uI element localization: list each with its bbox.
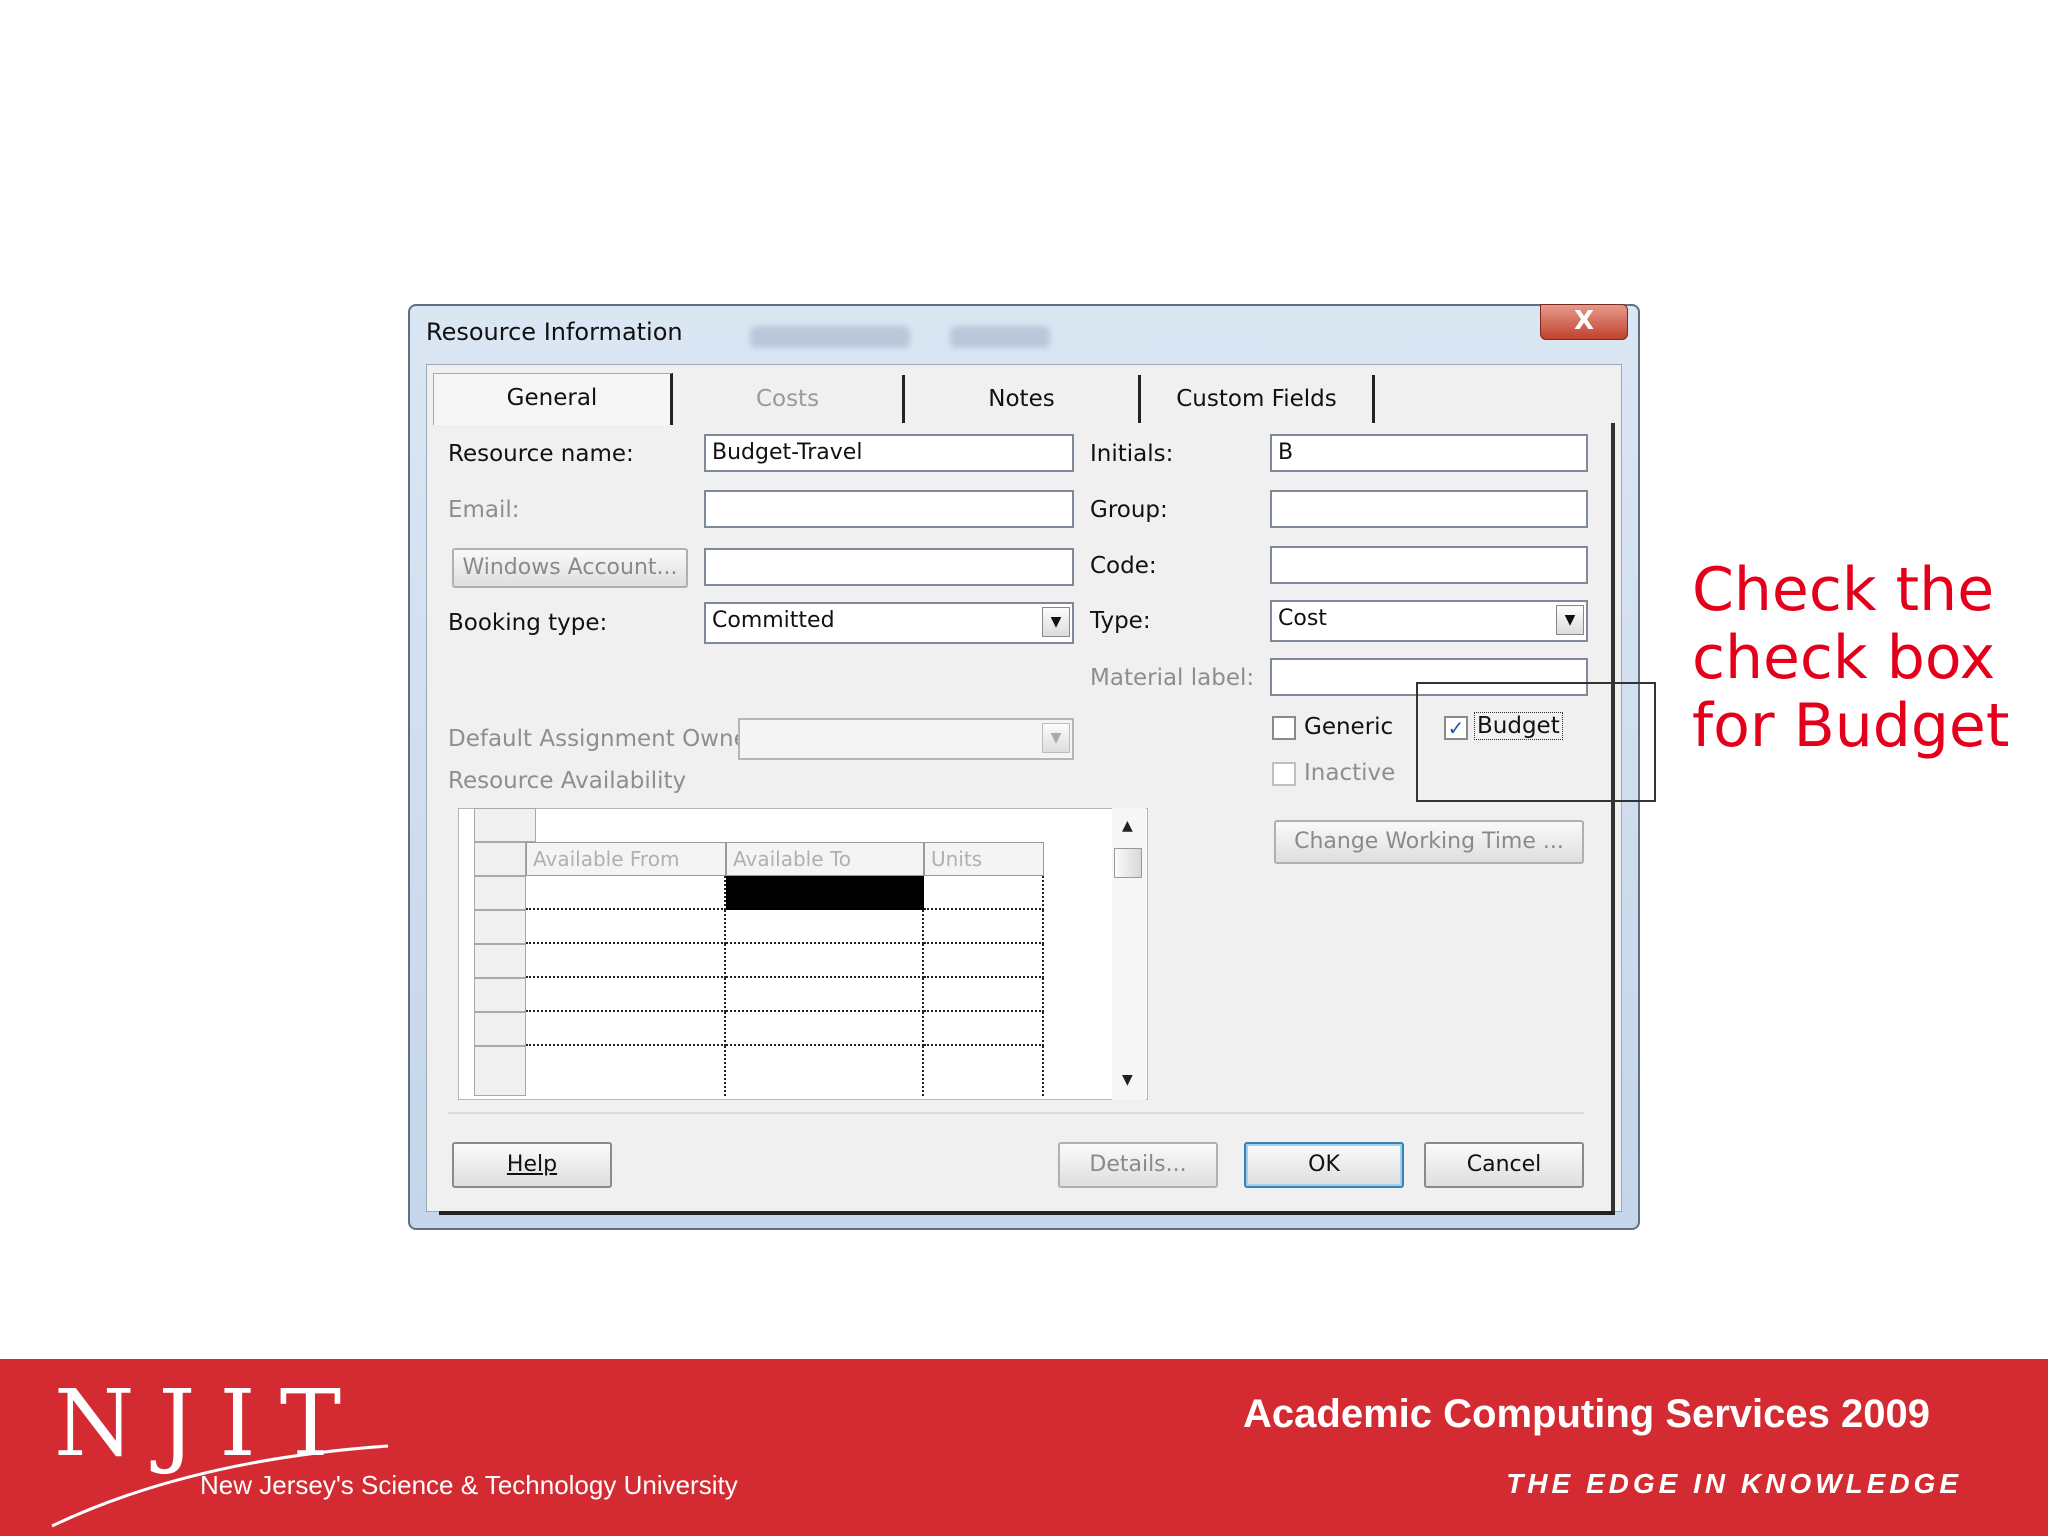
resource-name-label: Resource name: [448,441,634,467]
generic-checkbox[interactable] [1272,716,1296,740]
ok-button[interactable]: OK [1244,1142,1404,1188]
grid-cell[interactable] [526,1046,726,1096]
column-header-units[interactable]: Units [924,842,1044,876]
grid-cell[interactable] [924,876,1044,910]
windows-account-input[interactable] [704,548,1074,586]
grid-cell[interactable] [726,910,924,944]
tab-costs[interactable]: Costs [673,375,905,423]
inactive-checkbox[interactable] [1272,762,1296,786]
dialog-title: Resource Information [426,318,683,346]
tab-custom-fields[interactable]: Custom Fields [1141,375,1375,423]
scroll-down-icon[interactable]: ▼ [1122,1072,1133,1088]
change-working-time-button[interactable]: Change Working Time ... [1274,820,1584,864]
grid-row-header [474,978,526,1012]
type-value: Cost [1278,606,1327,631]
grid-row-header [474,842,526,876]
grid-cell[interactable] [924,1012,1044,1046]
resource-name-input[interactable]: Budget-Travel [704,434,1074,472]
grid-cell[interactable] [526,944,726,978]
grid-row-header [474,910,526,944]
university-name: New Jersey's Science & Technology Univer… [200,1470,738,1500]
budget-highlight-box [1416,682,1656,802]
blurred-title-text [950,326,1050,348]
code-label: Code: [1090,553,1157,579]
chevron-down-icon[interactable]: ▼ [1042,607,1070,637]
cancel-button[interactable]: Cancel [1424,1142,1584,1188]
close-button[interactable]: X [1540,304,1628,340]
scroll-thumb[interactable] [1114,848,1142,878]
type-select[interactable]: Cost ▼ [1270,600,1588,642]
tab-notes[interactable]: Notes [905,375,1141,423]
email-input[interactable] [704,490,1074,528]
default-owner-select[interactable]: ▼ [738,718,1074,760]
help-button[interactable]: Help [452,1142,612,1188]
column-header-available-from[interactable]: Available From [526,842,726,876]
tab-general[interactable]: General [433,373,673,425]
grid-cell[interactable] [526,978,726,1012]
generic-label: Generic [1304,714,1394,740]
callout-text: Check the check box for Budget [1692,555,2010,761]
grid-row-header [474,876,526,910]
windows-account-button[interactable]: Windows Account... [452,548,688,588]
grid-cell[interactable] [526,910,726,944]
code-input[interactable] [1270,546,1588,584]
details-button[interactable]: Details... [1058,1142,1218,1188]
booking-type-value: Committed [712,608,835,633]
tab-content-bottom-edge [439,1211,1615,1215]
footer-tagline: THE EDGE IN KNOWLEDGE [1506,1468,1962,1499]
email-label: Email: [448,497,520,523]
grid-cell-selected[interactable] [726,876,924,910]
grid-row-header [474,944,526,978]
tab-content-edge [1611,423,1615,1213]
column-header-available-to[interactable]: Available To [726,842,924,876]
booking-type-select[interactable]: Committed ▼ [704,602,1074,644]
group-input[interactable] [1270,490,1588,528]
material-label-label: Material label: [1090,665,1255,691]
separator [448,1112,1584,1114]
group-label: Group: [1090,497,1168,523]
grid-cell[interactable] [726,1012,924,1046]
footer-title: Academic Computing Services 2009 [1243,1392,1930,1436]
scroll-up-icon[interactable]: ▲ [1122,818,1133,834]
chevron-down-icon[interactable]: ▼ [1556,605,1584,635]
initials-input[interactable]: B [1270,434,1588,472]
availability-label: Resource Availability [448,768,687,794]
grid-cell[interactable] [726,1046,924,1096]
initials-label: Initials: [1090,441,1174,467]
inactive-label: Inactive [1304,760,1396,786]
chevron-down-icon[interactable]: ▼ [1042,723,1070,753]
grid-corner [474,808,536,842]
grid-cell[interactable] [526,1012,726,1046]
blurred-title-text [750,326,910,348]
grid-row-header [474,1046,526,1096]
grid-cell[interactable] [924,910,1044,944]
grid-cell[interactable] [526,876,726,910]
default-owner-label: Default Assignment Owner: [448,726,765,752]
grid-cell[interactable] [924,944,1044,978]
type-label: Type: [1090,608,1151,634]
grid-cell[interactable] [924,978,1044,1012]
booking-type-label: Booking type: [448,610,608,636]
grid-cell[interactable] [726,944,924,978]
grid-row-header [474,1012,526,1046]
grid-cell[interactable] [726,978,924,1012]
grid-cell[interactable] [924,1046,1044,1096]
